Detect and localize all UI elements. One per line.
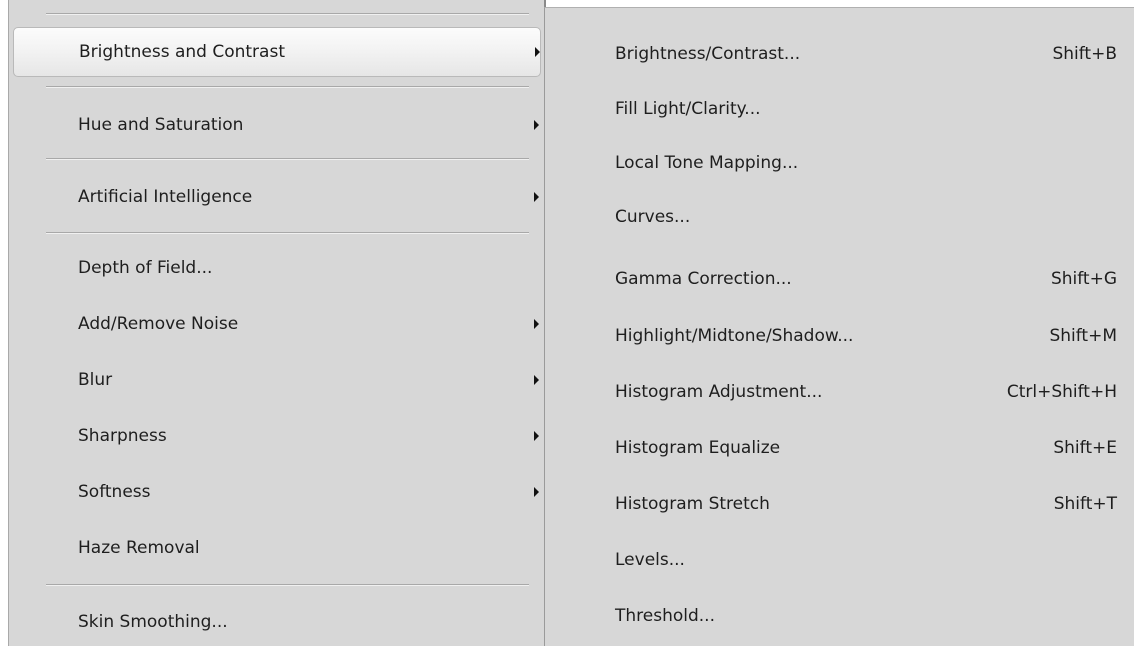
shortcut-hint: Shift+B — [1052, 44, 1117, 64]
chevron-right-icon — [534, 192, 539, 202]
shortcut-hint: Shift+G — [1050, 269, 1117, 289]
chevron-right-icon — [534, 431, 539, 441]
menu-separator — [46, 584, 529, 586]
shortcut-hint: Shift+E — [1053, 438, 1117, 458]
chevron-right-icon — [534, 375, 539, 385]
menu-item-add-remove-noise[interactable]: Add/Remove Noise — [13, 299, 541, 349]
chevron-right-icon — [534, 319, 539, 329]
menu-separator — [46, 13, 529, 15]
submenu-item-fill-light-clarity[interactable]: Fill Light/Clarity... — [545, 83, 1133, 135]
chevron-right-icon — [535, 47, 540, 57]
menu-item-haze-removal[interactable]: Haze Removal — [13, 523, 541, 573]
menu-item-label: Artificial Intelligence — [78, 187, 253, 207]
menu-item-depth-of-field[interactable]: Depth of Field... — [13, 243, 541, 293]
submenu-item-brightness-contrast[interactable]: Brightness/Contrast... Shift+B — [545, 28, 1133, 80]
submenu-item-gamma-correction[interactable]: Gamma Correction... Shift+G — [545, 253, 1133, 305]
menu-item-label: Add/Remove Noise — [78, 314, 239, 334]
submenu-item-histogram-equalize[interactable]: Histogram Equalize Shift+E — [545, 422, 1133, 474]
menu-item-label: Depth of Field... — [78, 258, 213, 278]
menu-item-brightness-and-contrast[interactable]: Brightness and Contrast — [13, 27, 541, 77]
menu-item-label: Sharpness — [78, 426, 167, 446]
menu-item-softness[interactable]: Softness — [13, 467, 541, 517]
menu-stage: Brightness and Contrast Hue and Saturati… — [0, 0, 1134, 646]
shortcut-hint: Ctrl+Shift+H — [1006, 382, 1117, 402]
submenu-item-label: Threshold... — [615, 606, 715, 626]
submenu-item-highlight-midtone-shadow[interactable]: Highlight/Midtone/Shadow... Shift+M — [545, 310, 1133, 362]
submenu-item-local-tone-mapping[interactable]: Local Tone Mapping... — [545, 137, 1133, 189]
submenu-item-label: Fill Light/Clarity... — [615, 99, 761, 119]
submenu-item-label: Histogram Adjustment... — [615, 382, 823, 402]
chevron-right-icon — [534, 120, 539, 130]
menu-separator — [46, 158, 529, 160]
submenu-item-levels[interactable]: Levels... — [545, 534, 1133, 586]
submenu-item-histogram-stretch[interactable]: Histogram Stretch Shift+T — [545, 478, 1133, 530]
menu-item-hue-and-saturation[interactable]: Hue and Saturation — [13, 100, 541, 150]
shortcut-hint: Shift+T — [1053, 494, 1117, 514]
submenu-item-label: Levels... — [615, 550, 685, 570]
menu-item-label: Softness — [78, 482, 151, 502]
menu-item-artificial-intelligence[interactable]: Artificial Intelligence — [13, 172, 541, 222]
menu-item-label: Brightness and Contrast — [79, 42, 285, 62]
adjust-menu: Brightness and Contrast Hue and Saturati… — [8, 0, 546, 646]
submenu-item-label: Histogram Equalize — [615, 438, 781, 458]
submenu-item-curves[interactable]: Curves... — [545, 191, 1133, 243]
menu-item-label: Blur — [78, 370, 113, 390]
menu-item-label: Skin Smoothing... — [78, 612, 228, 632]
submenu-item-label: Highlight/Midtone/Shadow... — [615, 326, 854, 346]
submenu-item-histogram-adjustment[interactable]: Histogram Adjustment... Ctrl+Shift+H — [545, 366, 1133, 418]
menu-separator — [46, 232, 529, 234]
menu-item-label: Hue and Saturation — [78, 115, 244, 135]
shortcut-hint: Shift+M — [1049, 326, 1117, 346]
submenu-item-threshold[interactable]: Threshold... — [545, 590, 1133, 642]
submenu-item-label: Curves... — [615, 207, 691, 227]
menu-item-skin-smoothing[interactable]: Skin Smoothing... — [13, 597, 541, 646]
chevron-right-icon — [534, 487, 539, 497]
menu-item-blur[interactable]: Blur — [13, 355, 541, 405]
menu-separator — [46, 86, 529, 88]
menu-item-sharpness[interactable]: Sharpness — [13, 411, 541, 461]
submenu-item-label: Histogram Stretch — [615, 494, 770, 514]
submenu-item-label: Brightness/Contrast... — [615, 44, 801, 64]
submenu-item-label: Gamma Correction... — [615, 269, 792, 289]
brightness-and-contrast-submenu: Brightness/Contrast... Shift+B Fill Ligh… — [544, 7, 1134, 646]
submenu-item-label: Local Tone Mapping... — [615, 153, 799, 173]
menu-item-label: Haze Removal — [78, 538, 200, 558]
